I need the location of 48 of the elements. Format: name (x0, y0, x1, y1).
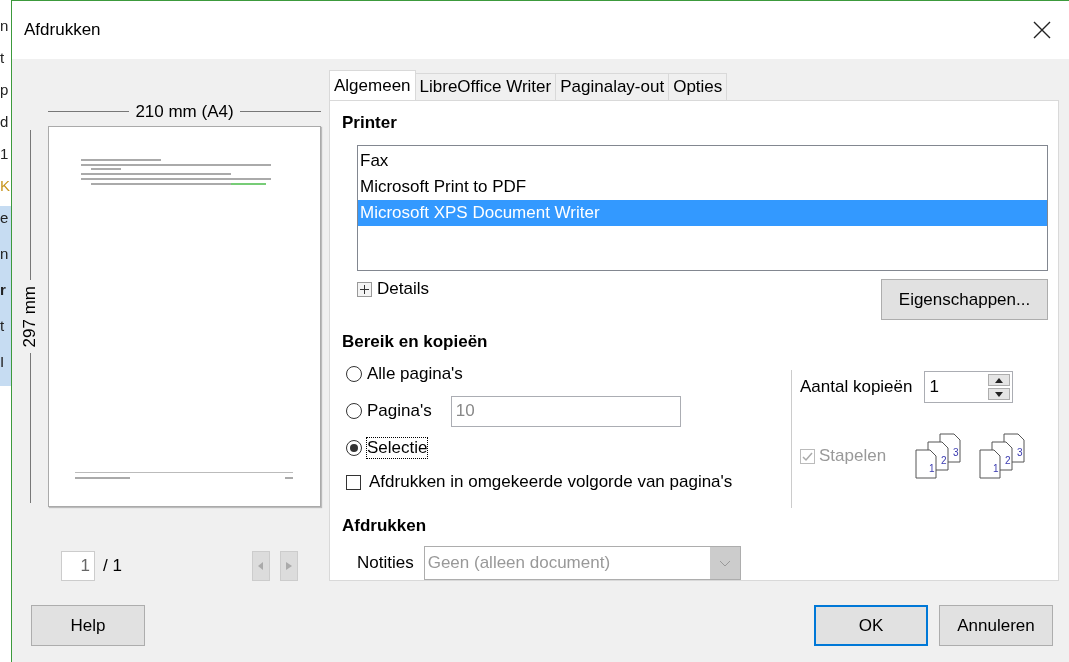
printer-item[interactable]: Fax (358, 148, 1047, 174)
copies-label: Aantal kopieën (800, 377, 913, 397)
plus-icon (357, 281, 372, 297)
radio-label[interactable]: Pagina's (366, 400, 433, 422)
document-text-fragment: I (0, 350, 11, 386)
tab[interactable]: Algemeen (329, 70, 416, 100)
document-text-fragment: 1 (0, 144, 10, 164)
right-arrow-icon (285, 562, 292, 570)
document-text-fragment: d (0, 112, 10, 132)
tab[interactable]: Opties (668, 73, 728, 100)
copies-spinbox[interactable]: 1 (924, 371, 1014, 403)
dialog-button[interactable]: OK (814, 605, 928, 646)
document-text-fragment: t (0, 48, 6, 68)
section-heading: Printer (342, 113, 398, 134)
increment-button[interactable] (988, 374, 1011, 386)
checkbox-label[interactable]: Afdrukken in omgekeerde volgorde van pagina's (369, 472, 733, 492)
page-total: / 1 (103, 556, 122, 576)
details-toggle[interactable]: Details (357, 279, 429, 299)
close-icon (1033, 21, 1051, 39)
radio-button[interactable] (346, 366, 362, 382)
dialog-button[interactable]: Help (31, 605, 145, 646)
decrement-button[interactable] (988, 388, 1011, 400)
document-text-fragment: K (0, 176, 11, 196)
section-heading: Afdrukken (342, 516, 428, 537)
page-width-label: 210 mm (A4) (135, 101, 234, 122)
checkbox[interactable] (346, 474, 361, 490)
radio-label[interactable]: Selectie (366, 437, 429, 459)
document-text-fragment: t (0, 314, 11, 350)
chevron-down-icon (709, 547, 740, 579)
down-arrow-icon (995, 391, 1004, 397)
up-arrow-icon (995, 377, 1004, 383)
dialog-button[interactable]: Annuleren (939, 605, 1053, 646)
radio-label[interactable]: Alle pagina's (366, 363, 464, 385)
document-text-fragment: n (0, 16, 10, 36)
left-arrow-icon (257, 562, 264, 570)
radio-button[interactable] (346, 440, 362, 456)
page-number-field[interactable]: 1 (61, 551, 95, 581)
notes-label: Notities (357, 553, 414, 573)
section-heading: Bereik en kopieën (342, 332, 489, 353)
document-text-fragment: r (0, 278, 11, 314)
window-title: Afdrukken (24, 20, 101, 40)
printer-item[interactable]: Microsoft Print to PDF (358, 174, 1047, 200)
page-height-label: 297 mm (20, 285, 40, 348)
document-text-fragment: e (0, 206, 11, 242)
document-text-fragment: n (0, 242, 11, 278)
radio-button[interactable] (346, 403, 362, 419)
properties-button[interactable]: Eigenschappen... (881, 279, 1048, 320)
document-text-fragment: p (0, 80, 10, 100)
